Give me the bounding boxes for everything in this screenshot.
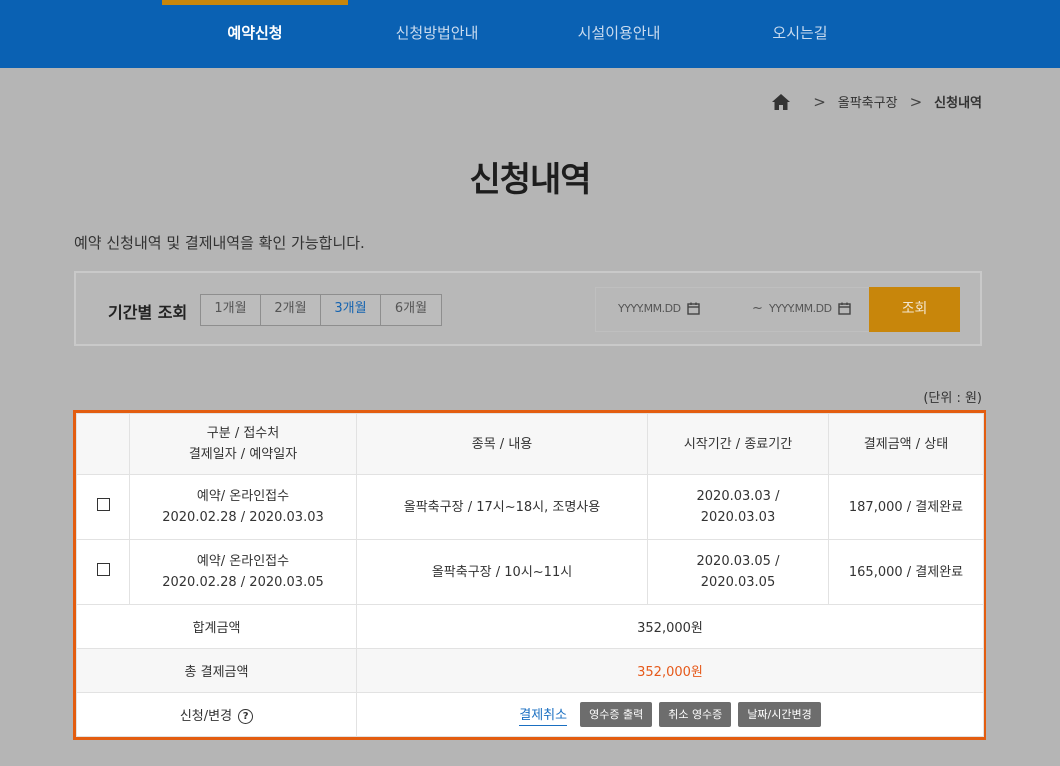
breadcrumb: > 올팍축구장 > 신청내역 bbox=[771, 92, 982, 111]
category-cell: 예약/ 온라인접수 2020.02.28 / 2020.03.03 bbox=[129, 474, 357, 540]
row-checkbox-cell bbox=[76, 539, 130, 605]
calendar-icon[interactable] bbox=[686, 302, 700, 315]
period-2-month-button[interactable]: 2개월 bbox=[261, 295, 321, 325]
calendar-icon[interactable] bbox=[837, 302, 851, 315]
top-navigation: 예약신청 신청방법안내 시설이용안내 오시는길 bbox=[0, 0, 1060, 68]
page-description: 예약 신청내역 및 결제내역을 확인 가능합니다. bbox=[74, 234, 365, 252]
help-icon[interactable]: ? bbox=[238, 709, 254, 724]
subtotal-row: 합계금액 352,000원 bbox=[76, 604, 984, 649]
breadcrumb-item-field[interactable]: 올팍축구장 bbox=[838, 92, 898, 111]
total-value: 352,000원 bbox=[356, 648, 984, 693]
period-search-box: 기간별 조회 1개월 2개월 3개월 6개월 YYYY.MM.DD ~ YYYY… bbox=[74, 271, 982, 346]
item-cell: 올팍축구장 / 17시~18시, 조명사용 bbox=[356, 474, 648, 540]
cancel-receipt-button[interactable]: 취소 영수증 bbox=[659, 702, 732, 727]
header-item: 종목 / 내용 bbox=[356, 413, 648, 475]
period-cell: 2020.03.05 / 2020.03.05 bbox=[647, 539, 829, 605]
subtotal-value: 352,000원 bbox=[356, 604, 984, 649]
action-buttons: 결제취소 영수증 출력 취소 영수증 날짜/시간변경 bbox=[357, 702, 983, 727]
actions-label: 신청/변경 bbox=[179, 709, 233, 724]
print-receipt-button[interactable]: 영수증 출력 bbox=[580, 702, 653, 727]
header-category: 구분 / 접수처 결제일자 / 예약일자 bbox=[129, 413, 357, 475]
breadcrumb-separator: > bbox=[813, 92, 826, 111]
category-cell: 예약/ 온라인접수 2020.02.28 / 2020.03.05 bbox=[129, 539, 357, 605]
header-category-line1: 구분 / 접수처 bbox=[206, 426, 280, 441]
header-amount: 결제금액 / 상태 bbox=[828, 413, 984, 475]
table-header-row: 구분 / 접수처 결제일자 / 예약일자 종목 / 내용 시작기간 / 종료기간… bbox=[76, 413, 984, 475]
period-cell: 2020.03.03 / 2020.03.03 bbox=[647, 474, 829, 540]
reservation-table-panel: 구분 / 접수처 결제일자 / 예약일자 종목 / 내용 시작기간 / 종료기간… bbox=[73, 410, 986, 740]
end-date-placeholder: YYYY.MM.DD bbox=[769, 302, 832, 315]
start-date-text: 2020.03.05 / bbox=[696, 554, 780, 569]
category-text: 예약/ 온라인접수 bbox=[196, 489, 290, 504]
cancel-payment-link[interactable]: 결제취소 bbox=[519, 704, 568, 726]
nav-accent-bar bbox=[162, 0, 348, 5]
row-checkbox-cell bbox=[76, 474, 130, 540]
amount-cell: 165,000 / 결제완료 bbox=[828, 539, 984, 605]
period-search-label: 기간별 조회 bbox=[108, 303, 188, 322]
subtotal-label: 합계금액 bbox=[76, 604, 357, 649]
breadcrumb-separator: > bbox=[909, 92, 923, 111]
period-1-month-button[interactable]: 1개월 bbox=[201, 295, 261, 325]
search-button[interactable]: 조회 bbox=[869, 287, 960, 332]
date-range-area: YYYY.MM.DD ~ YYYY.MM.DD bbox=[595, 287, 871, 332]
nav-item-reservation[interactable]: 예약신청 bbox=[227, 22, 282, 43]
item-cell: 올팍축구장 / 10시~11시 bbox=[356, 539, 648, 605]
total-row: 총 결제금액 352,000원 bbox=[76, 648, 984, 693]
end-date-field[interactable]: YYYY.MM.DD bbox=[769, 302, 851, 315]
actions-label-cell: 신청/변경 ? bbox=[76, 692, 357, 737]
nav-item-how-to-apply[interactable]: 신청방법안내 bbox=[396, 22, 479, 43]
unit-label: (단위 : 원) bbox=[923, 391, 982, 406]
change-datetime-button[interactable]: 날짜/시간변경 bbox=[738, 702, 821, 727]
end-date-text: 2020.03.05 bbox=[700, 575, 776, 590]
date-range-tilde: ~ bbox=[752, 301, 763, 316]
end-date-text: 2020.03.03 bbox=[700, 510, 776, 525]
header-category-line2: 결제일자 / 예약일자 bbox=[188, 447, 298, 462]
nav-item-facility-guide[interactable]: 시설이용안내 bbox=[578, 22, 661, 43]
period-6-month-button[interactable]: 6개월 bbox=[381, 295, 441, 325]
amount-cell: 187,000 / 결제완료 bbox=[828, 474, 984, 540]
reservation-table: 구분 / 접수처 결제일자 / 예약일자 종목 / 내용 시작기간 / 종료기간… bbox=[76, 413, 984, 737]
dates-text: 2020.02.28 / 2020.03.03 bbox=[162, 510, 324, 525]
start-date-field[interactable]: YYYY.MM.DD bbox=[618, 302, 700, 315]
row-checkbox[interactable] bbox=[96, 497, 110, 511]
start-date-text: 2020.03.03 / bbox=[696, 489, 780, 504]
actions-cell: 결제취소 영수증 출력 취소 영수증 날짜/시간변경 bbox=[356, 692, 984, 737]
page-title: 신청내역 bbox=[469, 160, 591, 200]
home-icon[interactable] bbox=[771, 93, 791, 111]
start-date-placeholder: YYYY.MM.DD bbox=[618, 302, 681, 315]
table-row: 예약/ 온라인접수 2020.02.28 / 2020.03.05 올팍축구장 … bbox=[76, 539, 984, 605]
actions-row: 신청/변경 ? 결제취소 영수증 출력 취소 영수증 날짜/시간변경 bbox=[76, 692, 984, 737]
period-3-month-button[interactable]: 3개월 bbox=[321, 295, 381, 325]
breadcrumb-item-current: 신청내역 bbox=[934, 96, 982, 111]
row-checkbox[interactable] bbox=[96, 562, 110, 576]
period-button-group: 1개월 2개월 3개월 6개월 bbox=[200, 294, 442, 326]
header-checkbox-column bbox=[76, 413, 130, 475]
dates-text: 2020.02.28 / 2020.03.05 bbox=[162, 575, 324, 590]
total-label: 총 결제금액 bbox=[76, 648, 357, 693]
nav-item-directions[interactable]: 오시는길 bbox=[772, 22, 827, 43]
header-period: 시작기간 / 종료기간 bbox=[647, 413, 829, 475]
category-text: 예약/ 온라인접수 bbox=[196, 554, 290, 569]
table-row: 예약/ 온라인접수 2020.02.28 / 2020.03.03 올팍축구장 … bbox=[76, 474, 984, 540]
